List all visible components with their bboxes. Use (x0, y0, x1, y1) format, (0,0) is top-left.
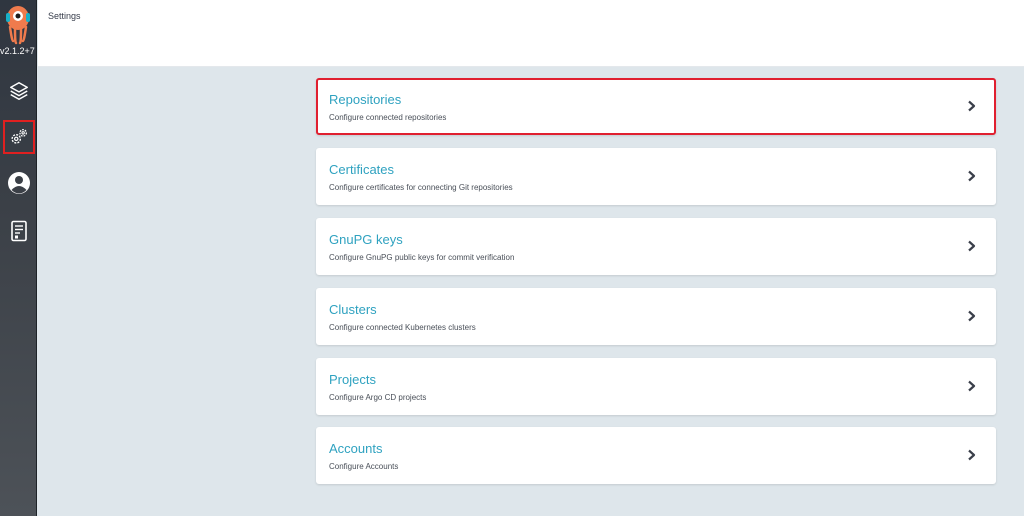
settings-card-certificates[interactable]: Certificates Configure certificates for … (316, 148, 996, 205)
card-description: Configure Argo CD projects (329, 393, 427, 402)
sidebar-item-user-info[interactable] (3, 166, 35, 200)
card-description: Configure connected Kubernetes clusters (329, 323, 476, 332)
argo-logo[interactable] (3, 3, 33, 45)
settings-card-projects[interactable]: Projects Configure Argo CD projects (316, 358, 996, 415)
card-description: Configure certificates for connecting Gi… (329, 183, 513, 192)
sidebar: v2.1.2+7 (0, 0, 37, 516)
gear-icon (11, 129, 27, 144)
version-label: v2.1.2+7 (0, 46, 35, 56)
chevron-right-icon (968, 100, 976, 112)
card-title: Repositories (329, 92, 402, 107)
chevron-right-icon (968, 170, 976, 182)
layers-icon (10, 82, 28, 100)
settings-card-repositories[interactable]: Repositories Configure connected reposit… (316, 78, 996, 135)
settings-card-accounts[interactable]: Accounts Configure Accounts (316, 427, 996, 484)
card-description: Configure Accounts (329, 462, 399, 471)
page-title: Settings (48, 11, 81, 21)
card-title: Accounts (329, 441, 383, 456)
card-title: Clusters (329, 302, 377, 317)
chevron-right-icon (968, 310, 976, 322)
settings-list: Repositories Configure connected reposit… (38, 67, 1024, 516)
card-description: Configure connected repositories (329, 113, 447, 122)
card-title: Certificates (329, 162, 395, 177)
top-bar: Settings (38, 0, 1024, 67)
card-title: GnuPG keys (329, 232, 403, 247)
sidebar-item-applications[interactable] (3, 74, 35, 108)
sidebar-item-documentation[interactable] (3, 214, 35, 248)
sidebar-item-settings[interactable] (3, 120, 35, 154)
user-icon (8, 172, 30, 194)
chevron-right-icon (968, 240, 976, 252)
chevron-right-icon (968, 449, 976, 461)
card-description: Configure GnuPG public keys for commit v… (329, 253, 515, 262)
chevron-right-icon (968, 380, 976, 392)
book-icon (11, 220, 27, 242)
settings-card-clusters[interactable]: Clusters Configure connected Kubernetes … (316, 288, 996, 345)
card-title: Projects (329, 372, 376, 387)
settings-card-gnupg-keys[interactable]: GnuPG keys Configure GnuPG public keys f… (316, 218, 996, 275)
